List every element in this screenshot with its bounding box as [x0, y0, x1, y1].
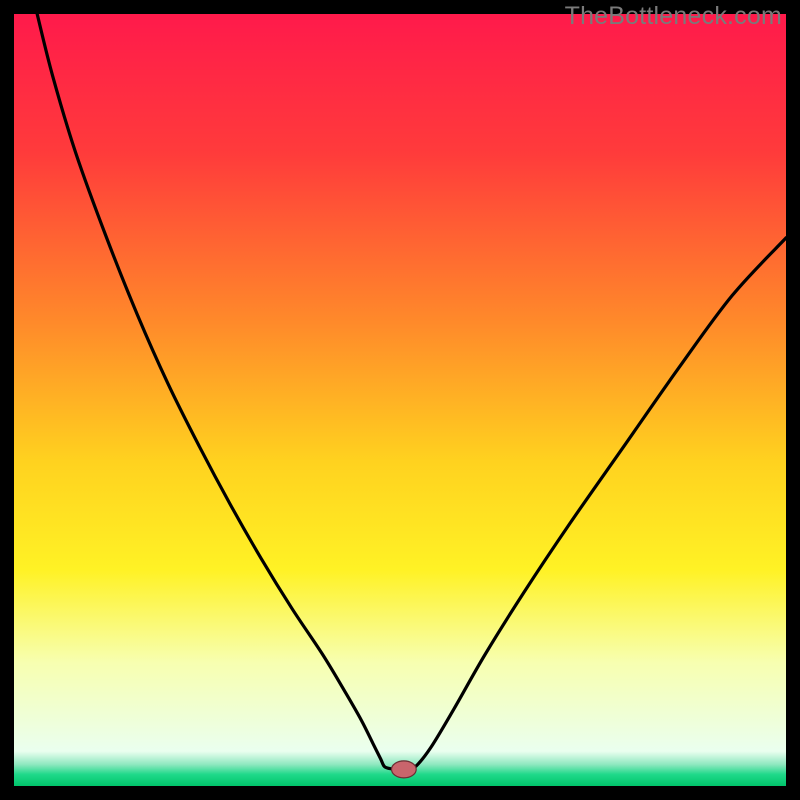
- gradient-background: [14, 14, 786, 786]
- bottleneck-chart: [14, 14, 786, 786]
- optimal-marker: [392, 761, 417, 778]
- watermark-text: TheBottleneck.com: [565, 2, 782, 31]
- chart-frame: [14, 14, 786, 786]
